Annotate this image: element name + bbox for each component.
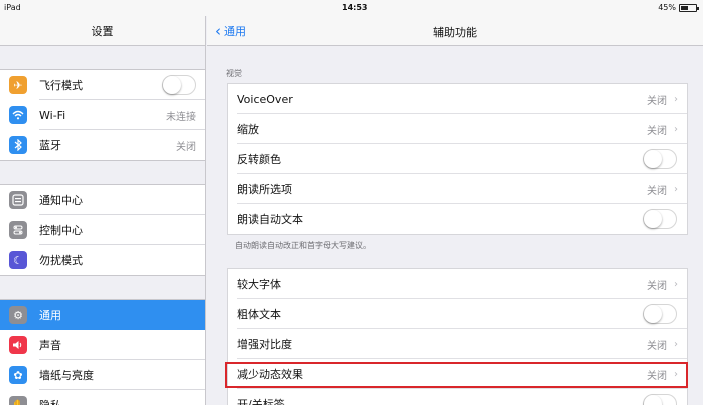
bold-text-row: 粗体文本 (228, 299, 687, 329)
reduce-motion-row[interactable]: 减少动态效果 关闭 › (228, 359, 687, 389)
sidebar-group-notifications: 通知中心 控制中心 ☾ 勿扰模式 (0, 184, 205, 276)
invert-colors-toggle[interactable] (643, 149, 677, 169)
section-header-vision: 视觉 (226, 69, 242, 78)
sidebar-item-label: 通知中心 (39, 194, 83, 207)
flower-icon: ✿ (9, 366, 27, 384)
zoom-row[interactable]: 缩放 关闭 › (228, 114, 687, 144)
on-off-labels-row: 开/关标签 (228, 389, 687, 405)
speaker-icon (9, 336, 27, 354)
row-label: 反转颜色 (237, 153, 281, 166)
row-value: 关闭 (647, 125, 667, 137)
sidebar-item-label: 隐私 (39, 397, 61, 405)
row-label: 缩放 (237, 123, 259, 136)
wifi-icon (9, 106, 27, 124)
sidebar-item-general[interactable]: ⚙ 通用 (0, 300, 205, 330)
navigation-bar: ‹ 通用 辅助功能 (207, 16, 703, 46)
row-label: 较大字体 (237, 278, 281, 291)
row-label: 朗读所选项 (237, 183, 292, 196)
sidebar-item-label: 飞行模式 (39, 79, 83, 92)
clock: 14:53 (342, 3, 368, 12)
speak-selection-row[interactable]: 朗读所选项 关闭 › (228, 174, 687, 204)
sidebar-item-wifi[interactable]: Wi-Fi 未连接 (0, 100, 205, 130)
chevron-right-icon: › (674, 123, 678, 135)
battery-percent: 45% (658, 3, 676, 12)
sidebar-item-label: 控制中心 (39, 224, 83, 237)
bluetooth-icon (9, 136, 27, 154)
bold-text-toggle[interactable] (643, 304, 677, 324)
sidebar-item-airplane-mode[interactable]: ✈ 飞行模式 (0, 70, 205, 100)
battery-icon (679, 3, 699, 12)
sidebar-item-bluetooth[interactable]: 蓝牙 关闭 (0, 130, 205, 160)
larger-text-row[interactable]: 较大字体 关闭 › (228, 269, 687, 299)
row-value: 关闭 (647, 95, 667, 107)
row-label: 朗读自动文本 (237, 213, 303, 226)
chevron-right-icon: › (674, 338, 678, 350)
sidebar-item-control-center[interactable]: 控制中心 (0, 215, 205, 245)
vision-settings-group: VoiceOver 关闭 › 缩放 关闭 › 反转颜色 朗读所选项 关闭 › 朗… (227, 83, 688, 235)
wifi-status: 未连接 (166, 111, 196, 123)
increase-contrast-row[interactable]: 增强对比度 关闭 › (228, 329, 687, 359)
row-label: VoiceOver (237, 92, 293, 106)
notification-icon (9, 191, 27, 209)
gear-icon: ⚙ (9, 306, 27, 324)
chevron-right-icon: › (674, 93, 678, 105)
on-off-labels-toggle[interactable] (643, 394, 677, 405)
sidebar-item-label: 蓝牙 (39, 139, 61, 152)
row-value: 关闭 (647, 280, 667, 292)
chevron-right-icon: › (674, 368, 678, 380)
row-value: 关闭 (647, 185, 667, 197)
sidebar-group-connectivity: ✈ 飞行模式 Wi-Fi 未连接 蓝牙 关闭 (0, 69, 205, 161)
page-title: 辅助功能 (433, 26, 477, 39)
hand-icon: ✋ (9, 396, 27, 405)
device-name: iPad (4, 3, 21, 12)
settings-sidebar: 设置 ✈ 飞行模式 Wi-Fi 未连接 蓝牙 关闭 通知中心 控制中心 ☾ 勿扰… (0, 16, 206, 405)
bluetooth-status: 关闭 (176, 141, 196, 153)
row-value: 关闭 (647, 370, 667, 382)
invert-colors-row: 反转颜色 (228, 144, 687, 174)
row-label: 开/关标签 (237, 398, 285, 405)
sidebar-title: 设置 (0, 16, 205, 46)
sidebar-item-sounds[interactable]: 声音 (0, 330, 205, 360)
row-label: 减少动态效果 (237, 368, 303, 381)
row-value: 关闭 (647, 340, 667, 352)
sidebar-item-label: 墙纸与亮度 (39, 369, 94, 382)
display-settings-group: 较大字体 关闭 › 粗体文本 增强对比度 关闭 › 减少动态效果 关闭 › 开/… (227, 268, 688, 405)
status-bar: iPad 14:53 45% (0, 0, 703, 16)
row-label: 增强对比度 (237, 338, 292, 351)
sidebar-item-do-not-disturb[interactable]: ☾ 勿扰模式 (0, 245, 205, 275)
chevron-right-icon: › (674, 183, 678, 195)
battery-indicator: 45% (658, 3, 699, 12)
sidebar-item-label: 通用 (39, 309, 61, 322)
sidebar-item-label: 声音 (39, 339, 61, 352)
airplane-icon: ✈ (9, 76, 27, 94)
sidebar-item-wallpaper-brightness[interactable]: ✿ 墙纸与亮度 (0, 360, 205, 390)
sidebar-item-label: Wi-Fi (39, 108, 66, 122)
sidebar-item-privacy[interactable]: ✋ 隐私 (0, 390, 205, 405)
row-label: 粗体文本 (237, 308, 281, 321)
chevron-right-icon: › (674, 278, 678, 290)
voiceover-row[interactable]: VoiceOver 关闭 › (228, 84, 687, 114)
sidebar-item-label: 勿扰模式 (39, 254, 83, 267)
control-center-icon (9, 221, 27, 239)
airplane-mode-toggle[interactable] (162, 75, 196, 95)
sidebar-item-notification-center[interactable]: 通知中心 (0, 185, 205, 215)
sidebar-group-general: ⚙ 通用 声音 ✿ 墙纸与亮度 ✋ 隐私 (0, 299, 205, 405)
speak-auto-text-toggle[interactable] (643, 209, 677, 229)
speak-auto-text-row: 朗读自动文本 (228, 204, 687, 234)
accessibility-panel: ‹ 通用 辅助功能 视觉 VoiceOver 关闭 › 缩放 关闭 › 反转颜色… (207, 16, 703, 405)
moon-icon: ☾ (9, 251, 27, 269)
footer-note: 自动朗读自动改正和首字母大写建议。 (235, 241, 371, 250)
